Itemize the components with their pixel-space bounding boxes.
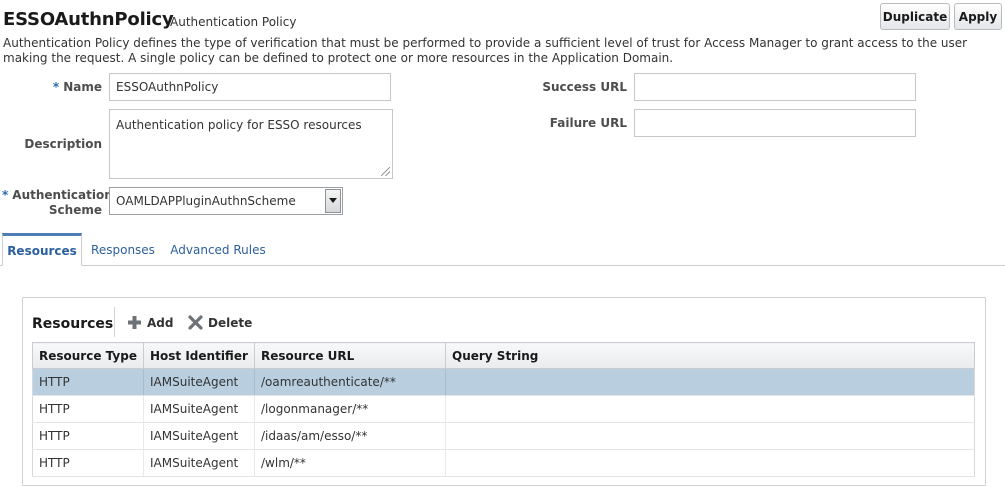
column-header-resource-url[interactable]: Resource URL (254, 342, 446, 369)
triangle-down-icon (329, 198, 337, 203)
authentication-scheme-label: * Authentication Scheme (2, 188, 113, 217)
cell-resource-type: HTTP (32, 449, 144, 477)
toolbar-divider (114, 307, 115, 337)
apply-button[interactable]: Apply (954, 3, 1002, 30)
cell-resource-url: /wlm/** (254, 449, 446, 477)
duplicate-button[interactable]: Duplicate (880, 3, 950, 30)
cell-host-identifier: IAMSuiteAgent (143, 422, 255, 450)
column-header-resource-type[interactable]: Resource Type (32, 342, 144, 369)
cell-host-identifier: IAMSuiteAgent (143, 449, 255, 477)
column-header-host-identifier[interactable]: Host Identifier (143, 342, 255, 369)
required-indicator: * (52, 80, 60, 94)
cell-resource-url: /oamreauthenticate/** (254, 368, 446, 396)
x-icon (188, 315, 203, 330)
tab-responses[interactable]: Responses (84, 233, 162, 266)
column-header-query-string[interactable]: Query String (445, 342, 975, 369)
resources-table: Resource Type Host Identifier Resource U… (32, 342, 975, 477)
name-label: * Name (52, 80, 102, 94)
tab-bar: Resources Responses Advanced Rules (0, 233, 1005, 266)
resize-handle[interactable] (381, 167, 390, 176)
name-field[interactable]: ESSOAuthnPolicy (109, 73, 391, 101)
table-row[interactable]: HTTP IAMSuiteAgent /logonmanager/** (32, 395, 975, 423)
success-url-field[interactable] (634, 73, 916, 101)
dropdown-button[interactable] (325, 189, 341, 213)
add-button[interactable]: Add (127, 315, 173, 330)
cell-resource-url: /logonmanager/** (254, 395, 446, 423)
table-row[interactable]: HTTP IAMSuiteAgent /oamreauthenticate/** (32, 368, 975, 396)
page-subtitle: Authentication Policy (170, 15, 297, 29)
plus-icon (128, 316, 141, 329)
description-field[interactable]: Authentication policy for ESSO resources (109, 109, 393, 179)
cell-host-identifier: IAMSuiteAgent (143, 368, 255, 396)
tab-resources[interactable]: Resources (2, 233, 82, 266)
cell-resource-type: HTTP (32, 368, 144, 396)
cell-resource-url: /idaas/am/esso/** (254, 422, 446, 450)
cell-host-identifier: IAMSuiteAgent (143, 395, 255, 423)
success-url-label: Success URL (542, 80, 627, 94)
delete-button[interactable]: Delete (188, 315, 252, 330)
page-title: ESSOAuthnPolicy (3, 9, 174, 30)
tab-advanced-rules[interactable]: Advanced Rules (166, 233, 270, 266)
table-row[interactable]: HTTP IAMSuiteAgent /idaas/am/esso/** (32, 422, 975, 450)
failure-url-field[interactable] (634, 109, 916, 137)
cell-query-string (445, 449, 975, 477)
policy-description-text: Authentication Policy defines the type o… (3, 36, 968, 65)
table-header-row: Resource Type Host Identifier Resource U… (32, 342, 975, 369)
resources-panel: Resources Add Delete Resource Type Host … (22, 297, 986, 486)
authentication-scheme-select[interactable]: OAMLDAPPluginAuthnScheme (109, 187, 343, 215)
table-row[interactable]: HTTP IAMSuiteAgent /wlm/** (32, 449, 975, 477)
cell-query-string (445, 368, 975, 396)
failure-url-label: Failure URL (549, 116, 627, 130)
cell-resource-type: HTTP (32, 422, 144, 450)
description-label: Description (24, 137, 102, 151)
resources-panel-title: Resources (32, 316, 114, 332)
cell-query-string (445, 422, 975, 450)
cell-query-string (445, 395, 975, 423)
cell-resource-type: HTTP (32, 395, 144, 423)
